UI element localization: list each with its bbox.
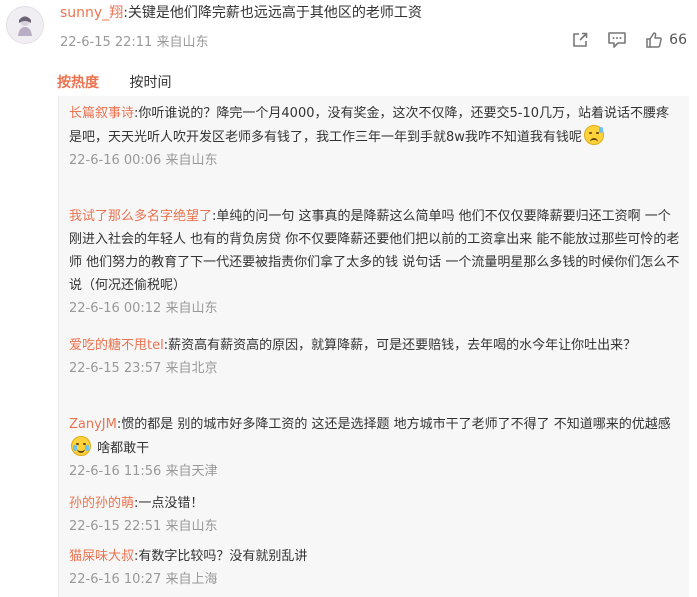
- reply-list: 长篇叙事诗:你听谁说的？降完一个月4000，没有奖金，这次不仅降，还要交5-10…: [58, 96, 689, 597]
- share-button[interactable]: [571, 31, 589, 49]
- tab-by-time[interactable]: 按时间: [129, 72, 171, 92]
- reply-time: 22-6-16 00:06: [69, 153, 162, 168]
- reply-body: 爱吃的糖不甩tel:薪资高有薪资高的原因，就算降薪，可是还要赔钱，去年喝的水今年…: [69, 334, 681, 357]
- reply-username[interactable]: 孙的孙的萌: [69, 496, 134, 511]
- reply-body: ZanyJM:惯的都是 别的城市好多降工资的 这还是选择题 地方城市干了老师了不…: [69, 413, 681, 460]
- reply-location: 来自天津: [165, 464, 218, 479]
- sad-emoji-icon: [583, 125, 604, 145]
- reply-button[interactable]: [607, 31, 627, 49]
- comment-text: :关键是他们降完薪也远远高于其他区的老师工资: [123, 5, 422, 21]
- reply-body: 长篇叙事诗:你听谁说的？降完一个月4000，没有奖金，这次不仅降，还要交5-10…: [69, 102, 681, 149]
- reply-time: 22-6-16 11:56: [69, 464, 162, 479]
- reply-location: 来自山东: [165, 153, 218, 168]
- avatar[interactable]: [6, 6, 44, 44]
- crying-emoji-icon: [71, 436, 91, 456]
- reply-username[interactable]: 爱吃的糖不甩tel: [69, 338, 164, 353]
- avatar-figure-icon: [18, 16, 32, 36]
- reply-body: 孙的孙的萌:一点没错！: [69, 492, 681, 515]
- reply-meta: 22-6-15 22:51 来自山东: [69, 517, 681, 537]
- reply-time: 22-6-16 00:12: [69, 301, 162, 316]
- reply-item: 爱吃的糖不甩tel:薪资高有薪资高的原因，就算降薪，可是还要赔钱，去年喝的水今年…: [69, 334, 681, 379]
- reply-time: 22-6-16 10:27: [69, 572, 162, 587]
- reply-meta: 22-6-16 10:27 来自上海: [69, 570, 681, 590]
- tab-by-hot[interactable]: 按热度: [57, 72, 99, 92]
- reply-location: 来自上海: [165, 572, 218, 587]
- share-icon: [573, 32, 588, 47]
- like-button[interactable]: 66: [645, 31, 687, 49]
- reply-location: 来自北京: [165, 361, 218, 376]
- reply-username[interactable]: ZanyJM: [69, 417, 117, 432]
- comment-icon: [608, 32, 626, 48]
- reply-meta: 22-6-16 00:12 来自山东: [69, 299, 681, 319]
- reply-item: 我试了那么多名字绝望了:单纯的问一句 这事真的是降薪这么简单吗 他们不仅仅要降薪…: [69, 205, 681, 319]
- reply-text: :惯的都是 别的城市好多降工资的 这还是选择题 地方城市干了老师了不得了 不知道…: [116, 417, 671, 432]
- reply-username[interactable]: 我试了那么多名字绝望了: [69, 209, 212, 224]
- comment-actions: 66: [553, 30, 687, 50]
- reply-text: :薪资高有薪资高的原因，就算降薪，可是还要赔钱，去年喝的水今年让你吐出来？: [163, 338, 637, 353]
- main-comment: sunny_翔:关键是他们降完薪也远远高于其他区的老师工资 22-6-15 22…: [0, 0, 697, 60]
- reply-item: 猫屎味大叔:有数字比较吗？没有就别乱讲 22-6-16 10:27 来自上海: [69, 545, 681, 590]
- reply-item: ZanyJM:惯的都是 别的城市好多降工资的 这还是选择题 地方城市干了老师了不…: [69, 413, 681, 482]
- like-count: 66: [669, 32, 687, 48]
- comment-location: 来自山东: [156, 35, 209, 50]
- reply-location: 来自山东: [165, 301, 218, 316]
- comment-username[interactable]: sunny_翔: [60, 5, 123, 21]
- like-icon: [646, 32, 663, 48]
- reply-meta: 22-6-15 23:57 来自北京: [69, 359, 681, 379]
- comment-line: sunny_翔:关键是他们降完薪也远远高于其他区的老师工资: [60, 4, 422, 22]
- reply-text: :一点没错！: [134, 496, 204, 511]
- reply-body: 我试了那么多名字绝望了:单纯的问一句 这事真的是降薪这么简单吗 他们不仅仅要降薪…: [69, 205, 681, 297]
- reply-time: 22-6-15 22:51: [69, 519, 162, 534]
- reply-username[interactable]: 猫屎味大叔: [69, 549, 134, 564]
- comment-meta: 22-6-15 22:11 来自山东: [60, 31, 209, 50]
- reply-username[interactable]: 长篇叙事诗: [69, 106, 134, 121]
- reply-body: 猫屎味大叔:有数字比较吗？没有就别乱讲: [69, 545, 681, 568]
- comment-time: 22-6-15 22:11: [60, 35, 153, 50]
- reply-item: 孙的孙的萌:一点没错！ 22-6-15 22:51 来自山东: [69, 492, 681, 537]
- reply-item: 长篇叙事诗:你听谁说的？降完一个月4000，没有奖金，这次不仅降，还要交5-10…: [69, 102, 681, 171]
- sort-tabs: 按热度 按时间: [57, 72, 197, 92]
- reply-text-after: 啥都敢干: [93, 441, 150, 456]
- reply-text: :你听谁说的？降完一个月4000，没有奖金，这次不仅降，还要交5-10几万，站着…: [69, 106, 669, 145]
- reply-time: 22-6-15 23:57: [69, 361, 162, 376]
- reply-meta: 22-6-16 11:56 来自天津: [69, 462, 681, 482]
- reply-meta: 22-6-16 00:06 来自山东: [69, 151, 681, 171]
- reply-location: 来自山东: [165, 519, 218, 534]
- reply-text: :有数字比较吗？没有就别乱讲: [134, 549, 308, 564]
